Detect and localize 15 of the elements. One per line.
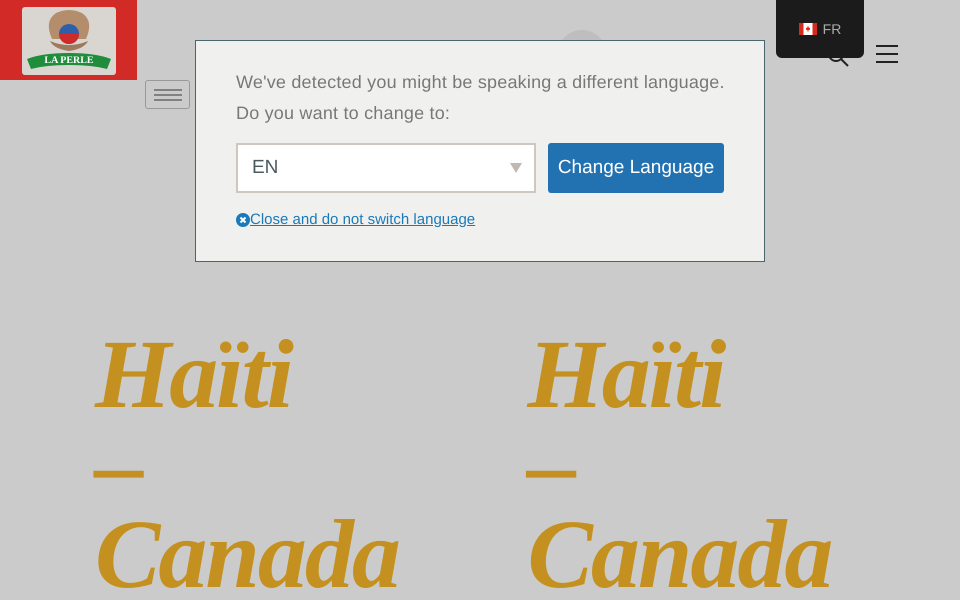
language-label: FR — [822, 21, 842, 37]
flag-icon — [798, 23, 817, 35]
close-link[interactable]: Close and do not switch language — [250, 211, 476, 228]
headline: Haïti – Canada — [95, 330, 400, 600]
menu-button[interactable] — [145, 80, 190, 109]
dropdown-arrow-icon — [510, 163, 522, 173]
headline: Haïti – Canada — [528, 330, 832, 600]
close-icon[interactable] — [236, 212, 250, 226]
logo[interactable]: LA PERLE — [22, 7, 116, 75]
language-menu[interactable]: FR — [776, 0, 864, 58]
language-select[interactable]: EN — [236, 143, 536, 193]
menu-icon — [154, 88, 182, 100]
menu-icon[interactable] — [876, 44, 898, 64]
dialog-message: We've detected you might be speaking a different language. Do you want to change to: — [236, 71, 724, 125]
change-language-button[interactable]: Change Language — [548, 143, 724, 193]
